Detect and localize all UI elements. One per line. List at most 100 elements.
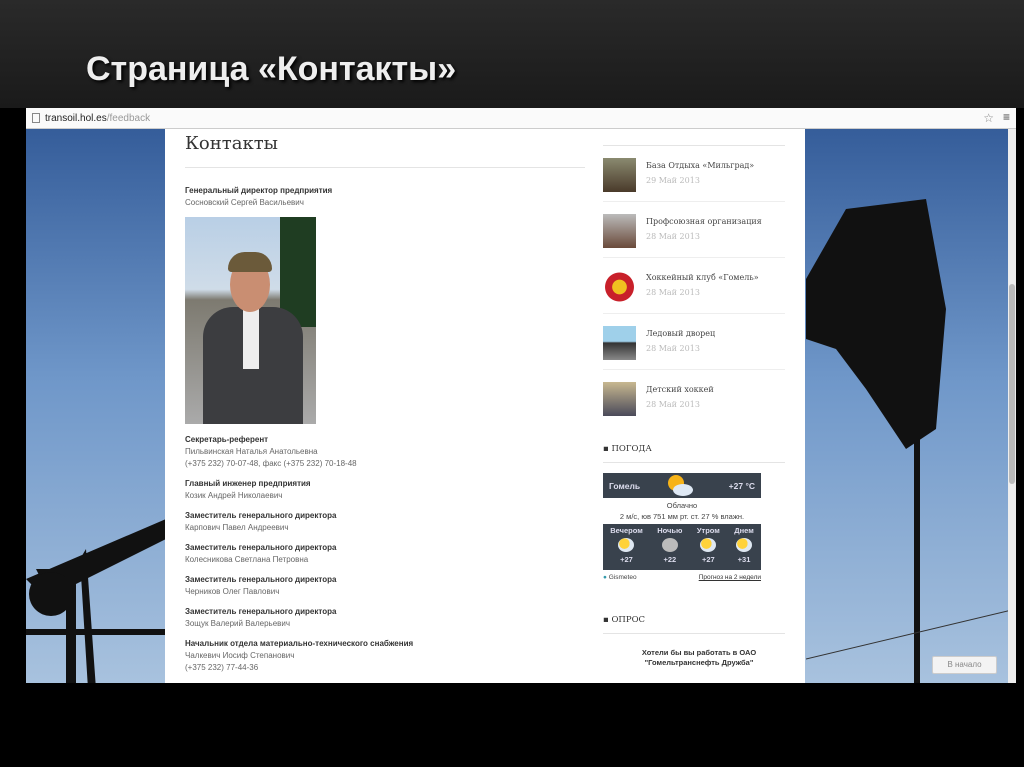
oil-pump-silhouette-right: [806, 199, 1016, 683]
sidebar: База Отдыха «Мильград» 29 Май 2013 Профсо…: [603, 129, 785, 668]
contact-name: Карпович Павел Андреевич: [185, 523, 289, 532]
news-thumbnail[interactable]: [603, 158, 636, 192]
sun-cloud-icon: [700, 538, 717, 552]
weather-section-title: ▪ ПОГОДА: [603, 436, 785, 463]
poll-question-line: Хотели бы вы работать в ОАО: [641, 648, 757, 657]
contact-name: Колесникова Светлана Петровна: [185, 555, 309, 564]
bookmark-star-icon[interactable]: ☆: [983, 111, 994, 125]
contact-entry: Заместитель генерального директора Черник…: [185, 574, 585, 598]
weather-widget-current: Гомель +27 °C: [603, 473, 761, 498]
weather-forecast: Вечером +27 Ночью +22 Утром +27 Днем +31: [603, 524, 761, 570]
news-date: 28 Май 2013: [646, 232, 700, 241]
news-thumbnail[interactable]: [603, 270, 636, 304]
contact-role: Заместитель генерального директора: [185, 543, 337, 552]
gismeteo-link[interactable]: ● Gismeteo: [603, 574, 637, 581]
address-bar[interactable]: transoil.hol.es/feedback ☆ ≡: [26, 108, 1016, 129]
contact-role: Секретарь-референт: [185, 435, 269, 444]
page-heading: Контакты: [185, 133, 278, 154]
forecast-label: Утром: [696, 526, 720, 535]
sun-cloud-icon: [618, 538, 635, 552]
url-path: /feedback: [106, 112, 151, 124]
poll-section-title: ▪ ОПРОС: [603, 607, 785, 634]
contact-phone: (+375 232) 70-07-48, факс (+375 232) 70-…: [185, 459, 357, 468]
poll-question-line: "Гомельтранснефть Дружба": [644, 658, 754, 667]
menu-icon[interactable]: ≡: [1003, 110, 1010, 124]
news-thumbnail[interactable]: [603, 214, 636, 248]
contact-role: Генеральный директор предприятия: [185, 186, 333, 195]
moon-icon: [661, 538, 678, 552]
forecast-item: Ночью +22: [657, 526, 682, 570]
sun-cloud-icon: [736, 538, 753, 552]
content-page: Контакты Генеральный директор предприяти…: [165, 129, 805, 683]
two-week-forecast-link[interactable]: Прогноз на 2 недели: [699, 574, 761, 581]
weather-footer: ● Gismeteo Прогноз на 2 недели: [603, 574, 761, 581]
forecast-item: Вечером +27: [610, 526, 643, 570]
news-thumbnail[interactable]: [603, 326, 636, 360]
contact-entry: Секретарь-референт Пильвинская Наталья А…: [185, 434, 585, 470]
page-viewport: Контакты Генеральный директор предприяти…: [26, 129, 1016, 683]
news-title[interactable]: Ледовый дворец: [646, 329, 715, 338]
url-domain: transoil.hol.es: [45, 112, 107, 124]
forecast-label: Ночью: [657, 526, 683, 535]
contact-name: Зощук Валерий Валерьевич: [185, 619, 291, 628]
weather-temp: +27 °C: [728, 480, 755, 491]
contact-entry: Начальник отдела материально-техническог…: [185, 638, 585, 674]
forecast-item: Утром +27: [697, 526, 720, 570]
scrollbar[interactable]: [1008, 129, 1016, 683]
news-thumbnail[interactable]: [603, 382, 636, 416]
news-item[interactable]: Детский хоккей 28 Май 2013: [603, 370, 785, 426]
forecast-temp: +31: [737, 555, 751, 564]
news-date: 29 Май 2013: [646, 176, 700, 185]
contact-role: Начальник отдела материально-техническог…: [185, 639, 414, 648]
forecast-label: Вечером: [610, 526, 643, 535]
gismeteo-logo-icon: ●: [603, 574, 607, 581]
scrollbar-thumb[interactable]: [1009, 284, 1015, 484]
contact-name: Сосновский Сергей Васильевич: [185, 198, 304, 207]
contact-entry: Заместитель генерального директора Зощук …: [185, 606, 585, 630]
news-title[interactable]: База Отдыха «Мильград»: [646, 161, 754, 170]
forecast-temp: +27: [701, 555, 715, 564]
news-item[interactable]: База Отдыха «Мильград» 29 Май 2013: [603, 146, 785, 202]
forecast-label: Днем: [734, 526, 754, 535]
news-item[interactable]: Профсоюзная организация 28 Май 2013: [603, 202, 785, 258]
forecast-temp: +27: [620, 555, 633, 564]
divider: [185, 167, 585, 168]
weather-details: 2 м/с, юв 751 мм рт. ст. 27 % влажн.: [619, 512, 745, 521]
contact-role: Заместитель генерального директора: [185, 575, 337, 584]
news-date: 28 Май 2013: [646, 400, 700, 409]
weather-section-label: ПОГОДА: [611, 444, 652, 454]
contact-phone: (+375 232) 77-44-36: [185, 663, 259, 672]
forecast-temp: +22: [663, 555, 677, 564]
forecast-item: Днем +31: [734, 526, 754, 570]
poll-section-label: ОПРОС: [611, 615, 646, 625]
weather-description: Облачно 2 м/с, юв 751 мм рт. ст. 27 % вла…: [603, 500, 761, 522]
contact-entry: Заместитель генерального директора Колесн…: [185, 542, 585, 566]
weather-city: Гомель: [609, 480, 641, 491]
news-date: 28 Май 2013: [646, 288, 700, 297]
contact-name: Пильвинская Наталья Анатольевна: [185, 447, 318, 456]
news-item[interactable]: Ледовый дворец 28 Май 2013: [603, 314, 785, 370]
news-title[interactable]: Детский хоккей: [646, 385, 714, 394]
poll-question: Хотели бы вы работать в ОАО "Гомельтрансн…: [603, 648, 785, 668]
contact-entry: Заместитель генерального директора Карпов…: [185, 510, 585, 534]
weather-condition: Облачно: [666, 501, 698, 510]
news-title[interactable]: Хоккейный клуб «Гомель»: [646, 273, 759, 282]
news-date: 28 Май 2013: [646, 344, 700, 353]
page-icon: [32, 113, 40, 123]
news-title[interactable]: Профсоюзная организация: [646, 217, 762, 226]
news-item[interactable]: Хоккейный клуб «Гомель» 28 Май 2013: [603, 258, 785, 314]
slide-title: Страница «Контакты»: [86, 50, 457, 88]
contact-entry: Главный инженер предприятия Козик Андрей …: [185, 478, 585, 502]
contact-name: Козик Андрей Николаевич: [185, 491, 283, 500]
contact-entry: Генеральный директор предприятия Сосновс…: [185, 185, 585, 424]
sun-cloud-icon: [668, 475, 693, 496]
contact-role: Заместитель генерального директора: [185, 511, 337, 520]
contact-role: Главный инженер предприятия: [185, 479, 311, 488]
contact-name: Чалкевич Иосиф Степанович: [185, 651, 295, 660]
gismeteo-label: Gismeteo: [608, 574, 637, 581]
director-photo: [185, 217, 316, 424]
browser-window: transoil.hol.es/feedback ☆ ≡ Контакты Ге…: [26, 108, 1016, 683]
back-to-top-button[interactable]: В начало: [932, 656, 997, 674]
contact-role: Заместитель генерального директора: [185, 607, 337, 616]
oil-pump-silhouette-left: [26, 519, 166, 683]
